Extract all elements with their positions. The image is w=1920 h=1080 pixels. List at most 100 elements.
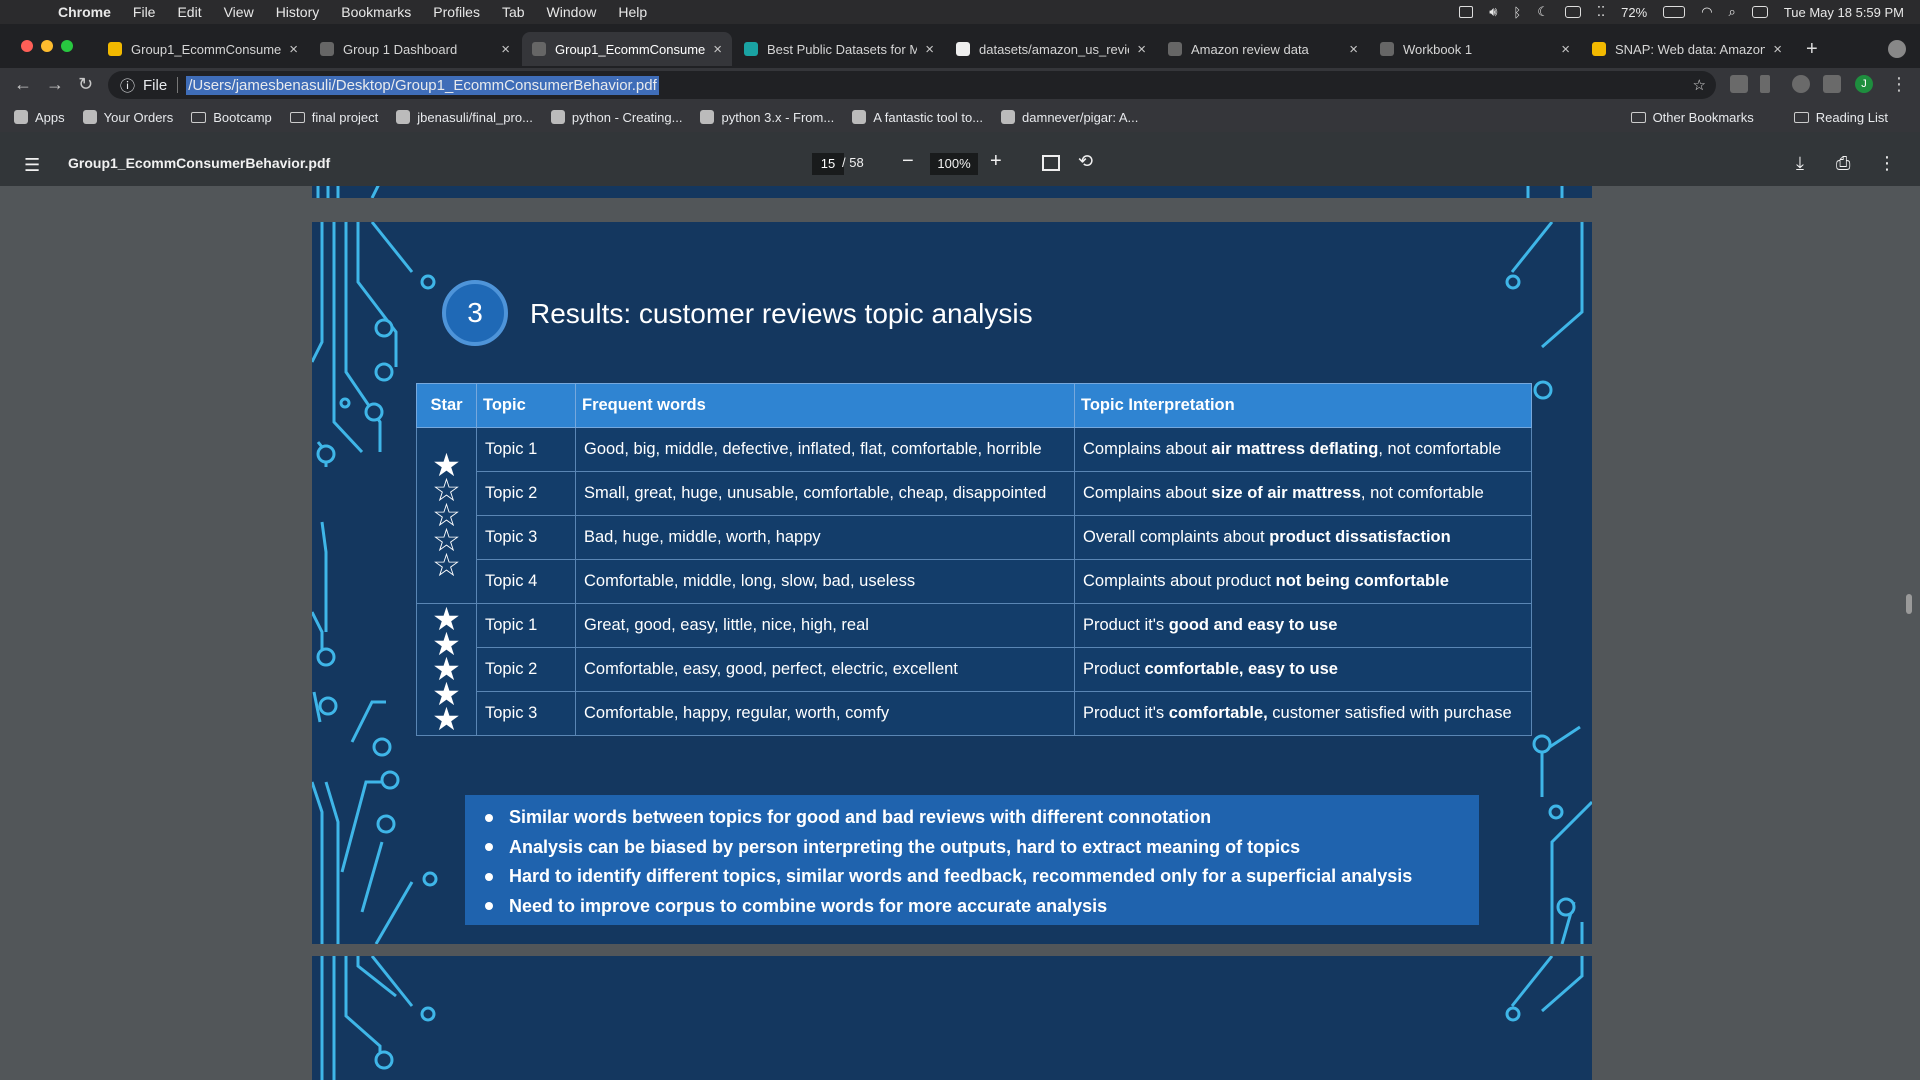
interpretation-cell: Product it's good and easy to use (1074, 603, 1532, 648)
download-icon[interactable]: ⤓ (1796, 153, 1804, 174)
close-tab-icon[interactable]: × (713, 41, 722, 58)
folder-icon (191, 111, 207, 123)
bullet-text: Analysis can be biased by person interpr… (509, 836, 1301, 857)
apps-grid-icon (14, 110, 28, 124)
zoom-out-icon[interactable]: − (902, 150, 914, 173)
bars-extension-icon[interactable] (1760, 75, 1770, 93)
fit-to-page-icon[interactable] (1042, 155, 1060, 171)
close-tab-icon[interactable]: × (501, 41, 510, 58)
info-icon[interactable]: ⓘ (120, 75, 135, 96)
menu-file[interactable]: File (133, 4, 156, 20)
circle-extension-icon[interactable] (1792, 75, 1810, 93)
browser-tab[interactable]: datasets/amazon_us_revie × (946, 32, 1156, 66)
browser-tab[interactable]: Group1_EcommConsumer × (522, 32, 732, 66)
puzzle-extensions-icon[interactable] (1823, 75, 1841, 93)
bookmark-item[interactable]: Bootcamp (191, 110, 272, 125)
browser-tab[interactable]: SNAP: Web data: Amazon × (1582, 32, 1792, 66)
interpretation-emphasis: not being comfortable (1275, 572, 1449, 590)
zoom-window-button[interactable] (61, 40, 73, 52)
new-tab-button[interactable]: + (1806, 38, 1818, 61)
clock[interactable]: Tue May 18 5:59 PM (1784, 5, 1904, 20)
circuit-decoration (320, 956, 1584, 1080)
reading-list[interactable]: Reading List (1793, 110, 1888, 125)
reload-icon[interactable]: ↻ (78, 74, 93, 95)
browser-tab[interactable]: Group1_EcommConsumer × (98, 32, 308, 66)
other-bookmarks[interactable]: Other Bookmarks (1630, 110, 1754, 125)
control-center-icon[interactable] (1751, 6, 1768, 18)
menu-profiles[interactable]: Profiles (433, 4, 480, 20)
sidebar-menu-icon[interactable]: ☰ (24, 155, 40, 176)
interpretation-text: Product it's (1083, 704, 1169, 722)
close-tab-icon[interactable]: × (1349, 41, 1358, 58)
browser-tab[interactable]: Best Public Datasets for M × (734, 32, 944, 66)
forward-icon[interactable]: → (46, 74, 64, 95)
menu-edit[interactable]: Edit (177, 4, 201, 20)
menu-history[interactable]: History (276, 4, 320, 20)
flag-icon[interactable] (1564, 6, 1581, 18)
dropbox-icon[interactable] (1459, 6, 1474, 18)
wifi-icon[interactable]: ◠ (1701, 4, 1712, 20)
empty-star-icon: ☆ (432, 547, 461, 583)
print-icon[interactable]: ⎙ (1836, 153, 1850, 174)
bookmark-item[interactable]: final project (289, 110, 378, 125)
favicon-icon (744, 42, 758, 56)
volume-icon[interactable]: 🔊︎ (1489, 4, 1497, 20)
bookmark-item[interactable]: damnever/pigar: A... (1001, 110, 1138, 125)
profile-avatar[interactable]: J (1855, 75, 1873, 93)
bullet-dot-icon (485, 813, 493, 822)
battery-icon[interactable] (1663, 6, 1686, 18)
browser-tab[interactable]: Amazon review data × (1158, 32, 1368, 66)
zoom-in-icon[interactable]: + (990, 150, 1002, 173)
pdf-more-icon[interactable]: ⋮ (1878, 153, 1896, 174)
rotate-icon[interactable]: ⟲ (1078, 151, 1093, 172)
kebab-menu-icon[interactable]: ⋮ (1890, 74, 1908, 95)
close-tab-icon[interactable]: × (1773, 41, 1782, 58)
url-text[interactable]: /Users/jamesbenasuli/Desktop/Group1_Ecom… (186, 75, 659, 95)
menu-app-name[interactable]: Chrome (58, 4, 111, 20)
menu-help[interactable]: Help (618, 4, 647, 20)
bookmark-item[interactable]: python - Creating... (550, 110, 682, 125)
table-row: Topic 3 Comfortable, happy, regular, wort… (417, 691, 1532, 736)
back-icon[interactable]: ← (14, 74, 32, 95)
favicon-icon (1168, 42, 1182, 56)
menu-bookmarks[interactable]: Bookmarks (341, 4, 411, 20)
close-tab-icon[interactable]: × (1137, 41, 1146, 58)
input-source-icon[interactable]: ⁚⁚ (1597, 4, 1605, 20)
topic-cell: Topic 1 (476, 427, 576, 472)
close-tab-icon[interactable]: × (1561, 41, 1570, 58)
bookmark-item[interactable]: Apps (14, 110, 65, 125)
interpretation-emphasis: product dissatisfaction (1269, 528, 1451, 546)
menu-view[interactable]: View (224, 4, 254, 20)
menu-window[interactable]: Window (547, 4, 597, 20)
interpretation-cell: Product it's comfortable, customer satis… (1074, 691, 1532, 736)
pdf-page-slide: 3 Results: customer reviews topic analys… (312, 222, 1592, 944)
close-tab-icon[interactable]: × (925, 41, 934, 58)
browser-tab[interactable]: Group 1 Dashboard × (310, 32, 520, 66)
scrollbar-thumb[interactable] (1906, 594, 1912, 614)
minimize-window-button[interactable] (41, 40, 53, 52)
bullet-text: Similar words between topics for good an… (509, 807, 1212, 828)
page-number-input[interactable]: 15 (812, 153, 844, 175)
pdf-viewer[interactable]: 3 Results: customer reviews topic analys… (0, 186, 1920, 1080)
close-tab-icon[interactable]: × (289, 41, 298, 58)
bookmark-item[interactable]: jbenasuli/final_pro... (396, 110, 533, 125)
frequent-words-cell: Good, big, middle, defective, inflated, … (575, 427, 1075, 472)
zoom-level-input[interactable]: 100% (930, 153, 978, 175)
bookmark-item[interactable]: python 3.x - From... (700, 110, 834, 125)
bullet-dot-icon (485, 872, 493, 881)
menu-tab[interactable]: Tab (502, 4, 525, 20)
tab-search-icon[interactable] (1888, 40, 1906, 58)
moon-icon[interactable]: ☾ (1537, 4, 1549, 20)
browser-tab[interactable]: Workbook 1 × (1370, 32, 1580, 66)
table-row: Topic 4 Comfortable, middle, long, slow, … (417, 559, 1532, 604)
address-bar[interactable]: ⓘ File /Users/jamesbenasuli/Desktop/Grou… (108, 71, 1716, 99)
amazon-icon (82, 110, 97, 124)
bluetooth-icon[interactable]: ᛒ (1513, 5, 1521, 20)
close-window-button[interactable] (21, 40, 33, 52)
camera-extension-icon[interactable] (1730, 75, 1748, 93)
interpretation-cell: Complains about size of air mattress, no… (1074, 471, 1532, 516)
spotlight-icon[interactable]: ⌕ (1729, 4, 1736, 20)
bookmark-item[interactable]: Your Orders (82, 110, 173, 125)
bookmark-star-icon[interactable]: ☆ (1693, 76, 1706, 94)
bookmark-item[interactable]: A fantastic tool to... (852, 110, 983, 125)
